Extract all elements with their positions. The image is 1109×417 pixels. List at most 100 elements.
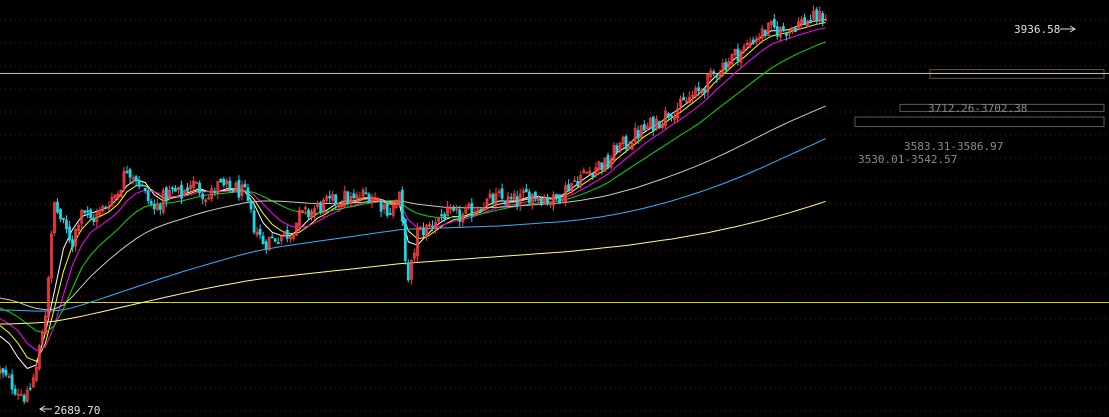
candle-body [431,225,434,228]
candle-body [736,48,740,62]
zone-label: 3583.31-3586.97 [904,140,1003,153]
candle-body [555,193,558,198]
candle-body [86,210,90,213]
candle-body [158,204,162,210]
candle-body [491,194,495,203]
candle-body [406,262,410,281]
candle-body [261,235,265,245]
candle-body [452,206,456,211]
candle-body [152,204,156,210]
candle-body [503,200,507,205]
candle-body [10,374,14,390]
candle-body [222,178,226,186]
candle-body [682,97,685,101]
candle-body [576,180,580,187]
candle-body [246,187,250,201]
candle-body [670,114,673,117]
candle-body [285,229,289,239]
candle-body [615,145,619,154]
candle-body [352,193,356,199]
candle-body [715,75,719,78]
candle-body [213,190,217,194]
chart-background [0,0,1109,417]
candle-body [809,19,812,23]
candle-body [775,26,779,37]
candle-body [558,194,561,203]
candle-body [636,129,640,139]
candle-body [89,209,93,219]
candle-body [527,191,531,204]
candle-body [237,179,241,198]
candle-body [600,162,604,171]
candle-body [146,190,150,202]
candle-body [56,201,59,213]
candle-body [443,214,447,220]
candle-body [751,39,755,44]
candle-body [440,214,444,217]
candle-body [83,210,87,214]
candle-body [180,184,183,199]
candle-body [4,369,8,376]
candle-body [364,192,368,195]
candle-body [328,195,332,199]
candle-body [606,155,610,169]
candle-body [697,87,701,92]
candle-body [219,178,223,183]
candle-body [186,187,189,192]
candle-body [763,29,767,37]
candle-body [128,169,132,178]
candle-body [307,209,310,218]
candle-body [276,242,280,245]
candle-body [164,187,168,202]
candle-body [140,184,144,187]
candle-body [319,202,323,213]
candle-body [422,227,425,236]
candle-body [403,218,407,261]
candle-body [724,62,728,71]
candle-body [803,17,806,26]
candle-body [173,187,177,192]
candle-body [567,184,570,192]
candle-body [104,206,108,209]
candle-body [258,228,262,235]
candle-body [252,210,256,233]
candle-body [782,26,785,32]
candle-body [125,170,129,173]
candle-body [59,208,62,220]
candle-body [201,193,205,200]
candle-body [28,387,32,390]
candle-body [243,183,247,188]
candle-body [134,176,138,182]
candle-body [1,368,5,373]
candle-body [385,202,389,216]
candle-body [143,187,147,191]
candle-body [479,209,483,212]
candle-body [658,121,661,129]
candle-body [22,395,26,402]
candle-body [68,226,71,241]
high-label: 3936.58 [1014,23,1060,36]
low-label: 2689.70 [54,404,100,417]
candle-body [515,196,519,206]
candle-body [249,200,253,210]
candle-body [712,71,716,74]
candle-body [509,197,513,200]
candle-body [65,219,68,230]
candle-body [772,18,776,28]
candle-body [13,388,17,395]
candle-body [500,188,504,199]
candle-body [228,180,232,189]
candle-body [400,189,404,222]
candle-body [524,188,528,193]
candle-body [264,241,268,250]
candle-body [388,212,392,215]
candlestick-chart[interactable]: 3712.26-3702.38 3583.31-3586.97 3530.01-… [0,0,1109,417]
candle-body [470,203,474,217]
candle-body [815,9,819,22]
candle-body [651,116,655,132]
candle-body [231,189,235,193]
candle-body [170,187,174,190]
candle-body [667,113,670,118]
candle-body [546,196,549,204]
candle-body [379,201,383,212]
